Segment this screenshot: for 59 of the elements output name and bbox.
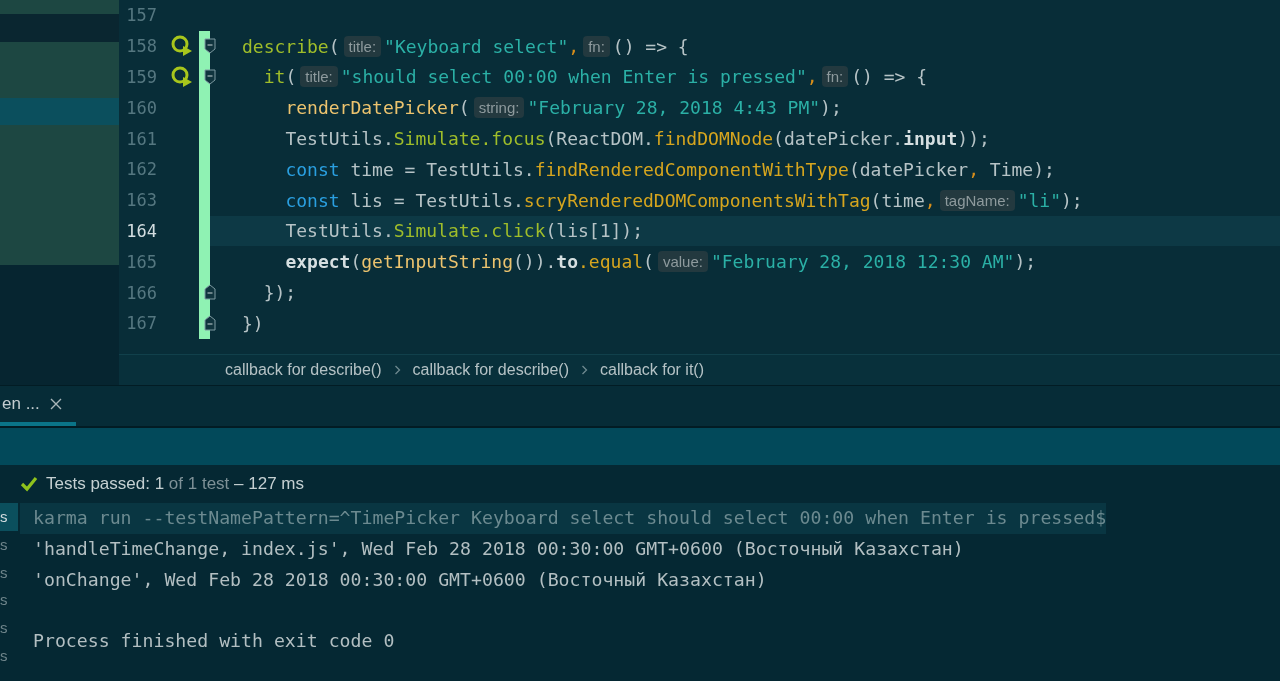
chevron-right-icon bbox=[581, 365, 588, 376]
rerun-test-icon[interactable] bbox=[171, 66, 193, 88]
code-text: const time = TestUtils.findRenderedComponentWithType(datePicker, Time); bbox=[285, 158, 1055, 180]
code-text: it( bbox=[263, 66, 297, 88]
fold-icon[interactable] bbox=[204, 314, 216, 331]
chevron-right-icon bbox=[393, 365, 401, 376]
test-status-text: Tests passed: 1 of 1 test – 127 ms bbox=[46, 474, 304, 494]
parameter-hint: fn: bbox=[583, 35, 610, 57]
fold-icon[interactable] bbox=[204, 68, 216, 85]
line-number: 159 bbox=[125, 67, 157, 87]
line-number: 167 bbox=[125, 313, 157, 334]
test-tree-item[interactable]: s bbox=[0, 586, 18, 615]
line-number: 166 bbox=[125, 282, 157, 303]
code-text: renderDatePicker( bbox=[285, 97, 470, 119]
test-tree-item[interactable]: s bbox=[0, 503, 18, 531]
breadcrumb-item[interactable]: callback for describe() bbox=[225, 361, 382, 380]
console-output-line: 'handleTimeChange, index.js', Wed Feb 28 2018 00:30:00 GMT+0600 (Восточный Казахстан) bbox=[32, 536, 964, 561]
fold-icon[interactable] bbox=[204, 284, 216, 301]
parameter-hint: fn: bbox=[821, 66, 849, 88]
code-text: }) bbox=[242, 312, 264, 334]
line-number: 164 bbox=[125, 220, 157, 241]
code-text: "should select 00:00 when Enter is pressed", bbox=[340, 66, 818, 88]
line-number: 165 bbox=[125, 251, 157, 272]
code-text: "February 28, 2018 12:30 AM"); bbox=[710, 251, 1037, 273]
code-text: const lis = TestUtils.scryRenderedDOMComponentsWithTag(time, bbox=[285, 189, 936, 211]
code-text: expect(getInputString()).to.equal( bbox=[285, 251, 654, 273]
test-tree-item[interactable]: s bbox=[0, 530, 18, 559]
console-output-line: 'onChange', Wed Feb 28 2018 00:30:00 GMT+0600 (Восточный Казахстан) bbox=[32, 567, 767, 592]
line-number: 161 bbox=[125, 128, 157, 149]
code-text: () => { bbox=[851, 66, 928, 88]
breadcrumb-item[interactable]: callback for describe() bbox=[412, 361, 569, 380]
console-output-line: Process finished with exit code 0 bbox=[32, 629, 395, 654]
test-tree-item[interactable]: s bbox=[0, 614, 18, 642]
line-number: 160 bbox=[125, 97, 157, 118]
breadcrumb-item[interactable]: callback for it() bbox=[600, 361, 705, 380]
code-text: "li"); bbox=[1017, 189, 1083, 211]
code-text: "February 28, 2018 4:43 PM"); bbox=[527, 97, 842, 119]
rerun-test-icon[interactable] bbox=[171, 35, 193, 58]
test-tree-item[interactable]: s bbox=[0, 558, 18, 587]
code-text: describe( bbox=[242, 35, 340, 57]
check-icon bbox=[20, 476, 38, 492]
parameter-hint: title: bbox=[343, 35, 382, 57]
line-number: 158 bbox=[125, 36, 157, 57]
close-icon[interactable] bbox=[49, 398, 62, 410]
line-number: 157 bbox=[125, 5, 157, 26]
test-tree-item[interactable]: s bbox=[0, 642, 18, 670]
code-text: TestUtils.Simulate.click(lis[1]); bbox=[285, 220, 644, 242]
code-text: TestUtils.Simulate.focus(ReactDOM.findDOMNode(datePicker.input)); bbox=[285, 128, 990, 150]
parameter-hint: title: bbox=[300, 66, 338, 88]
console-command: karma run --testNamePattern=^TimePicker Keyboard select should select 00:00 when Enter is pressed$ bbox=[20, 503, 1107, 534]
code-text: () => { bbox=[612, 35, 689, 57]
code-text: }); bbox=[263, 282, 297, 304]
parameter-hint: string: bbox=[473, 97, 525, 119]
parameter-hint: value: bbox=[657, 251, 708, 273]
line-number: 163 bbox=[125, 190, 157, 211]
code-text: "Keyboard select", bbox=[384, 35, 580, 57]
line-number: 162 bbox=[125, 159, 157, 180]
fold-icon[interactable] bbox=[204, 37, 216, 54]
parameter-hint: tagName: bbox=[939, 189, 1015, 211]
